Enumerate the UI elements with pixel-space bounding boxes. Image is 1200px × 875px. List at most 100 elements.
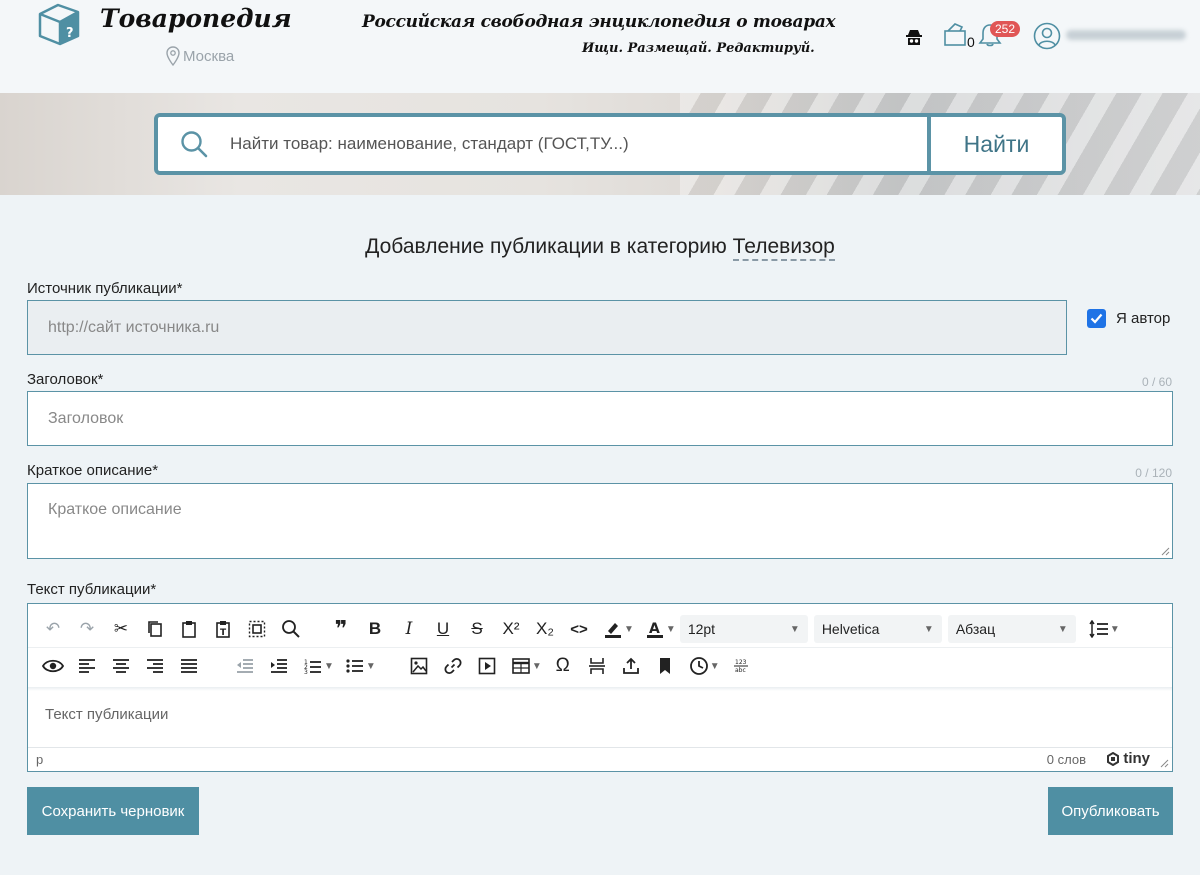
undo-icon[interactable]: ↶ — [36, 614, 70, 644]
svg-text:123: 123 — [735, 659, 747, 666]
editor-toolbar-row-2: 123 ▼ ▼ ▼ Ω ▼ 123 abc — [36, 647, 758, 685]
cart-count: 0 — [967, 34, 975, 50]
description-textarea[interactable]: Краткое описание — [27, 483, 1173, 559]
cut-icon[interactable]: ✂ — [104, 614, 138, 644]
search-icon — [158, 117, 230, 171]
insert-image-icon[interactable] — [402, 651, 436, 681]
source-input[interactable]: http://сайт источника.ru — [27, 300, 1067, 355]
word-count[interactable]: 0 слов — [1047, 752, 1086, 767]
description-char-counter: 0 / 120 — [1135, 466, 1172, 480]
city-selector[interactable]: Москва — [166, 46, 234, 66]
text-label: Текст публикации* — [27, 581, 157, 598]
strikethrough-icon[interactable]: S — [460, 614, 494, 644]
notification-badge: 252 — [990, 21, 1021, 37]
paste-as-text-icon[interactable]: T — [206, 614, 240, 644]
insert-link-icon[interactable] — [436, 651, 470, 681]
align-left-icon[interactable] — [70, 651, 104, 681]
svg-text:?: ? — [66, 26, 74, 41]
special-char-omega-icon[interactable]: Ω — [546, 651, 580, 681]
site-slogan: Российская свободная энциклопедия о това… — [362, 12, 836, 32]
search-input[interactable] — [230, 117, 927, 171]
logo-text[interactable]: Товаропедия — [100, 4, 292, 33]
align-right-icon[interactable] — [138, 651, 172, 681]
search-button[interactable]: Найти — [927, 117, 1062, 171]
page-break-icon[interactable] — [580, 651, 614, 681]
editor-toolbar-row-1: ↶ ↷ ✂ T ❞ B I U S X² X₂ <> ▼ A ▼ 12pt ▼ … — [36, 610, 1124, 648]
insert-media-icon[interactable] — [470, 651, 504, 681]
font-size-value: 12pt — [687, 621, 716, 637]
page-title-prefix: Добавление публикации в категорию — [365, 235, 727, 258]
chevron-down-icon[interactable]: ▼ — [624, 624, 634, 635]
select-all-icon[interactable] — [240, 614, 274, 644]
code-icon[interactable]: <> — [562, 614, 596, 644]
author-checkbox[interactable] — [1087, 309, 1106, 328]
title-label: Заголовок* — [27, 371, 104, 388]
editor-content-placeholder[interactable]: Текст публикации — [45, 706, 168, 723]
tiny-brand-text: tiny — [1123, 750, 1150, 767]
svg-text:A: A — [649, 621, 660, 637]
word-count-abc-icon[interactable]: 123 abc — [724, 651, 758, 681]
indent-icon[interactable] — [262, 651, 296, 681]
chevron-down-icon[interactable]: ▼ — [366, 661, 376, 672]
source-label: Источник публикации* — [27, 280, 183, 297]
user-avatar-icon[interactable] — [1033, 22, 1061, 50]
bookmark-icon[interactable] — [648, 651, 682, 681]
user-name-blurred[interactable] — [1066, 30, 1186, 40]
site-header: ? Товаропедия Москва Российская свободна… — [0, 0, 1200, 93]
checkmark-icon — [1090, 313, 1103, 324]
chevron-down-icon[interactable]: ▼ — [1110, 624, 1120, 635]
site-subslogan: Ищи. Размещай. Редактируй. — [582, 41, 815, 56]
svg-text:T: T — [220, 628, 227, 638]
copy-icon[interactable] — [138, 614, 172, 644]
resize-handle-icon[interactable] — [1160, 546, 1170, 556]
chevron-down-icon[interactable]: ▼ — [532, 661, 542, 672]
chevron-down-icon: ▼ — [789, 623, 800, 635]
save-draft-button[interactable]: Сохранить черновик — [27, 787, 199, 835]
chevron-down-icon: ▼ — [923, 623, 934, 635]
preview-eye-icon[interactable] — [36, 651, 70, 681]
author-checkbox-label[interactable]: Я автор — [1116, 310, 1170, 327]
redo-icon[interactable]: ↷ — [70, 614, 104, 644]
tiny-logo-icon — [1107, 751, 1120, 766]
block-format-select[interactable]: Абзац ▼ — [947, 615, 1076, 643]
font-family-select[interactable]: Helvetica ▼ — [813, 615, 942, 643]
superscript-icon[interactable]: X² — [494, 614, 528, 644]
category-link[interactable]: Телевизор — [732, 235, 835, 261]
block-format-value: Абзац — [955, 621, 996, 637]
bold-icon[interactable]: B — [358, 614, 392, 644]
editor-statusbar: p 0 слов tiny — [28, 747, 1172, 771]
chevron-down-icon[interactable]: ▼ — [324, 661, 334, 672]
publish-button[interactable]: Опубликовать — [1048, 787, 1173, 835]
font-family-value: Helvetica — [821, 621, 880, 637]
align-center-icon[interactable] — [104, 651, 138, 681]
find-replace-icon[interactable] — [274, 614, 308, 644]
description-placeholder: Краткое описание — [48, 501, 182, 518]
subscript-icon[interactable]: X₂ — [528, 614, 562, 644]
tiny-brand-link[interactable]: tiny — [1106, 750, 1150, 767]
element-path[interactable]: p — [36, 752, 43, 767]
city-name: Москва — [183, 47, 235, 65]
chevron-down-icon[interactable]: ▼ — [710, 661, 720, 672]
box-logo-icon[interactable]: ? — [36, 2, 82, 46]
title-input[interactable]: Заголовок — [27, 391, 1173, 446]
blockquote-icon[interactable]: ❞ — [324, 614, 358, 644]
underline-icon[interactable]: U — [426, 614, 460, 644]
search-bar: Найти — [154, 113, 1066, 175]
incognito-icon[interactable] — [905, 28, 923, 46]
chevron-down-icon: ▼ — [1057, 623, 1068, 635]
resize-handle-icon[interactable] — [1159, 758, 1169, 768]
paste-icon[interactable] — [172, 614, 206, 644]
align-justify-icon[interactable] — [172, 651, 206, 681]
svg-text:abc: abc — [735, 667, 746, 674]
cart-icon[interactable] — [943, 21, 967, 47]
outdent-icon[interactable] — [228, 651, 262, 681]
svg-text:3: 3 — [304, 669, 308, 674]
location-pin-icon — [166, 46, 180, 66]
insert-anchor-icon[interactable] — [614, 651, 648, 681]
rich-text-editor: ↶ ↷ ✂ T ❞ B I U S X² X₂ <> ▼ A ▼ 12pt ▼ … — [27, 603, 1173, 772]
chevron-down-icon[interactable]: ▼ — [666, 624, 676, 635]
font-size-select[interactable]: 12pt ▼ — [679, 615, 808, 643]
title-char-counter: 0 / 60 — [1141, 375, 1172, 389]
description-label: Краткое описание* — [27, 462, 159, 479]
italic-icon[interactable]: I — [392, 614, 426, 644]
